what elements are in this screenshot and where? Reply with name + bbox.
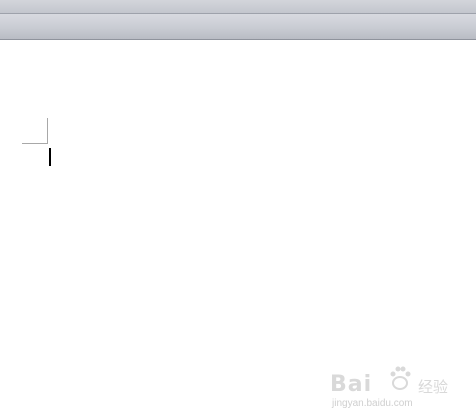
margin-marker-vertical: [47, 118, 48, 144]
margin-corner-marker: [22, 118, 48, 144]
watermark-logo-text: Bai: [330, 372, 373, 397]
window-title-bar: [0, 0, 476, 14]
baidu-jingyan-watermark: Bai 经验 jingyan.baidu.com: [330, 364, 476, 420]
margin-marker-horizontal: [22, 143, 48, 144]
paw-icon: [390, 366, 411, 390]
ribbon-toolbar: [0, 14, 476, 40]
watermark-url: jingyan.baidu.com: [332, 398, 413, 409]
document-page[interactable]: [0, 40, 476, 420]
text-insertion-cursor: [49, 148, 51, 166]
watermark-cn-text: 经验: [418, 378, 449, 396]
